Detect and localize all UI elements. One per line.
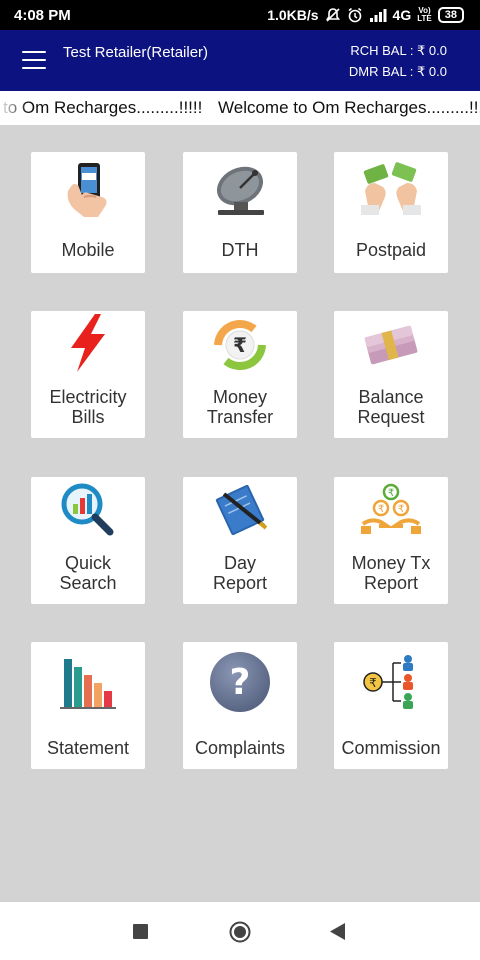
tile-label: Commission xyxy=(341,738,441,758)
commission-network-icon: ₹ xyxy=(334,652,448,712)
question-mark-icon: ? xyxy=(183,652,297,712)
tile-label-line-1: Money Tx xyxy=(351,553,431,573)
dmr-balance: DMR BAL : ₹ 0.0 xyxy=(348,64,447,79)
money-hands-icon xyxy=(334,160,448,220)
volte-icon: Vo) LTE xyxy=(417,7,432,23)
marquee-text-2: Welcome to Om Recharges.........!!!!! xyxy=(218,98,480,117)
tile-label-line-1: Quick xyxy=(64,553,111,573)
back-triangle-icon[interactable] xyxy=(330,923,345,945)
alarm-icon xyxy=(347,7,363,23)
cash-bundle-icon xyxy=(334,315,448,375)
tile-electricity-bills[interactable]: Electricity Bills xyxy=(31,311,145,438)
hamburger-menu-icon[interactable] xyxy=(22,51,46,69)
app-bar: Test Retailer(Retailer) RCH BAL : ₹ 0.0 … xyxy=(0,30,480,91)
tile-label-line-2: Search xyxy=(59,573,117,593)
home-circle-icon[interactable] xyxy=(229,921,251,948)
svg-text:?: ? xyxy=(230,662,251,703)
network-type: 4G xyxy=(392,7,412,23)
mobile-phone-icon xyxy=(31,160,145,220)
tile-label: Statement xyxy=(46,738,130,758)
lightning-bolt-icon xyxy=(31,313,145,373)
tile-label: Complaints xyxy=(194,738,286,758)
rch-balance: RCH BAL : ₹ 0.0 xyxy=(350,43,447,58)
recents-square-icon[interactable] xyxy=(133,924,148,944)
mute-notification-icon xyxy=(325,7,341,23)
tile-statement[interactable]: Statement xyxy=(31,642,145,769)
battery-level: 38 xyxy=(444,9,457,21)
search-chart-icon xyxy=(31,479,145,539)
svg-text:₹: ₹ xyxy=(398,504,404,515)
tile-quick-search[interactable]: Quick Search xyxy=(31,477,145,604)
tile-balance-request[interactable]: Balance Request xyxy=(334,311,448,438)
status-bar: 4:08 PM 1.0KB/s 4G Vo) LTE 38 xyxy=(0,0,480,30)
system-nav-bar xyxy=(0,902,480,960)
status-time: 4:08 PM xyxy=(14,6,71,24)
tile-label-line-2: Bills xyxy=(71,407,105,427)
svg-text:₹: ₹ xyxy=(388,488,394,499)
rupee-exchange-icon: ₹ xyxy=(183,315,297,375)
tile-label-line-2: Request xyxy=(357,407,425,427)
marquee-text-1: to Om Recharges.........!!!!! xyxy=(3,98,203,117)
tile-label-line-1: Day xyxy=(223,553,256,573)
network-speed: 1.0KB/s xyxy=(267,7,319,23)
battery-icon: 38 xyxy=(437,7,464,23)
tile-money-tx-report[interactable]: ₹ ₹ ₹ Money Tx Report xyxy=(334,477,448,604)
bar-chart-icon xyxy=(31,652,145,712)
money-coins-hands-icon: ₹ ₹ ₹ xyxy=(334,479,448,539)
tile-commission[interactable]: ₹ Commission xyxy=(334,642,448,769)
tile-label-line-2: Report xyxy=(363,573,419,593)
notebook-pen-icon xyxy=(183,479,297,539)
welcome-marquee: to Om Recharges.........!!!!! Welcome to… xyxy=(0,91,480,125)
tile-postpaid[interactable]: Postpaid xyxy=(334,152,448,273)
tile-label-line-1: Balance xyxy=(358,387,424,407)
status-icons: 1.0KB/s 4G Vo) LTE 38 xyxy=(267,7,464,23)
tile-label-line-2: Report xyxy=(212,573,268,593)
tile-label-line-2: Transfer xyxy=(206,407,274,427)
svg-text:₹: ₹ xyxy=(369,676,377,690)
tile-day-report[interactable]: Day Report xyxy=(183,477,297,604)
tile-label: Postpaid xyxy=(355,240,427,260)
satellite-dish-icon xyxy=(183,160,297,220)
tile-label-line-1: Money xyxy=(212,387,268,407)
tile-complaints[interactable]: ? Complaints xyxy=(183,642,297,769)
svg-text:₹: ₹ xyxy=(233,333,247,357)
tile-money-transfer[interactable]: ₹ Money Transfer xyxy=(183,311,297,438)
signal-icon xyxy=(369,8,387,22)
svg-text:₹: ₹ xyxy=(378,504,384,515)
tile-dth[interactable]: DTH xyxy=(183,152,297,273)
tile-label-line-1: Electricity xyxy=(49,387,127,407)
tile-label: Mobile xyxy=(61,240,115,260)
app-title: Test Retailer(Retailer) xyxy=(63,44,209,61)
tile-label: DTH xyxy=(221,240,259,260)
tile-mobile[interactable]: Mobile xyxy=(31,152,145,273)
volte-bottom: LTE xyxy=(417,14,432,23)
